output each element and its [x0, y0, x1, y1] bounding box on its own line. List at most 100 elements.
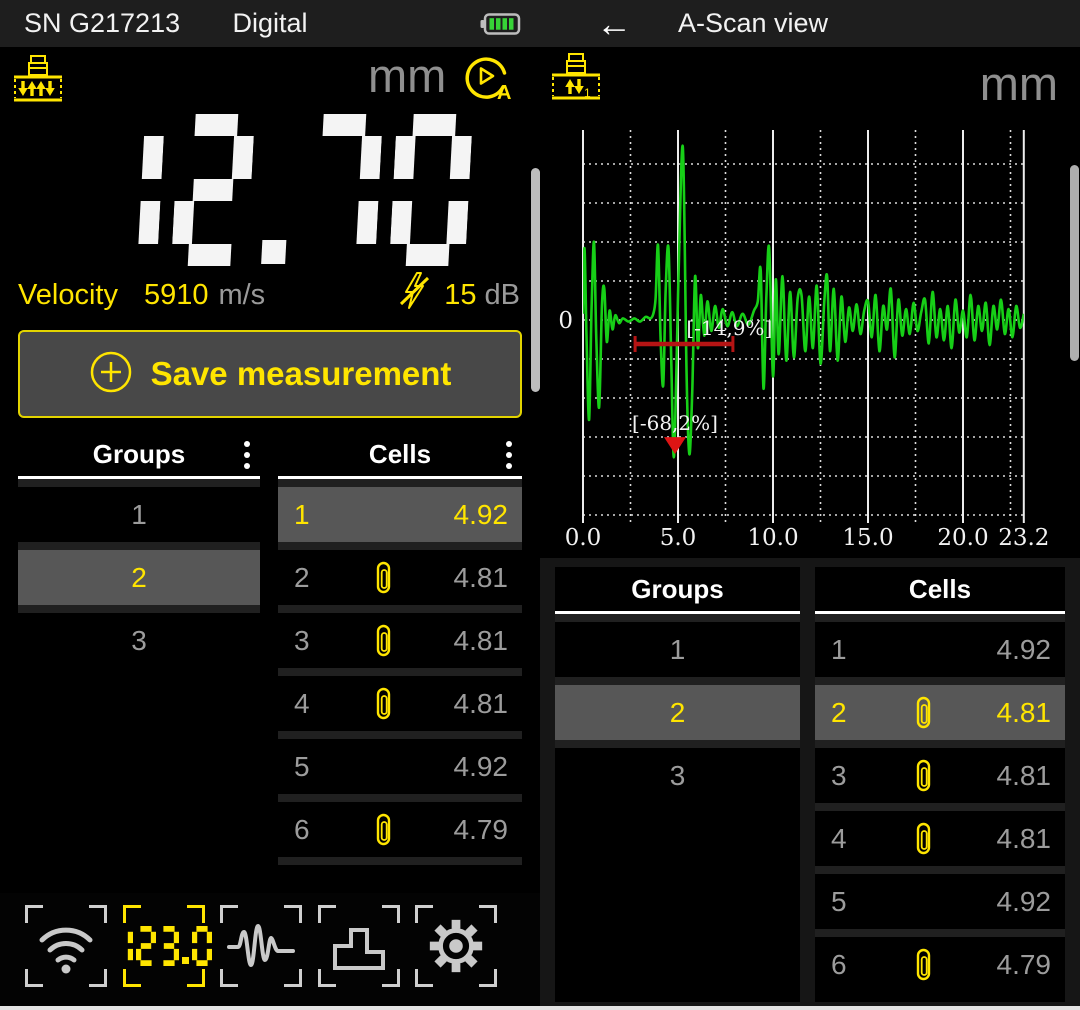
decimal-point: [261, 240, 286, 264]
paperclip-icon: [887, 758, 959, 794]
seven-segment-digit: [81, 114, 165, 266]
battery-icon: [480, 12, 522, 36]
group-number: 3: [18, 625, 260, 657]
cell-value: 4.81: [959, 760, 1065, 792]
right-scrollbar[interactable]: [1070, 165, 1079, 361]
velocity-unit: m/s: [218, 279, 265, 312]
table-title: Groups: [631, 574, 723, 605]
cell-row[interactable]: 24.81: [278, 550, 522, 605]
seven-segment-digit: [389, 114, 473, 266]
cell-value: 4.81: [416, 562, 522, 594]
toolbar-step-block[interactable]: [318, 905, 400, 987]
ascan-chart[interactable]: [-14,9%][-68,2%]00.05.010.015.020.023.2: [555, 122, 1075, 587]
auto-repeat-icon[interactable]: A: [458, 48, 516, 106]
seven-segment-digit: [171, 114, 255, 266]
groups-table: Groups 1 2 3: [18, 432, 260, 888]
right-topbar: ← A-Scan view: [540, 0, 1080, 47]
kebab-menu-icon[interactable]: [504, 439, 514, 476]
cell-row[interactable]: 44.81: [815, 811, 1065, 866]
svg-text:5.0: 5.0: [660, 525, 697, 551]
table-title: Cells: [909, 574, 971, 605]
table-header: Groups: [18, 432, 260, 479]
svg-text:15.0: 15.0: [842, 525, 893, 551]
cell-number: 4: [815, 823, 887, 855]
group-number: 2: [555, 697, 800, 729]
cell-number: 2: [815, 697, 887, 729]
plus-circle-icon: [89, 350, 133, 399]
kebab-menu-icon[interactable]: [242, 439, 252, 476]
cell-row[interactable]: 14.92: [815, 622, 1065, 677]
bottom-edge-strip: [0, 1006, 1080, 1010]
seven-segment-digit: [299, 114, 383, 266]
cell-row[interactable]: 64.79: [815, 937, 1065, 992]
svg-text:[-68,2%]: [-68,2%]: [632, 411, 718, 435]
serial-number: SN G217213: [24, 8, 180, 39]
toolbar-settings-gear[interactable]: [415, 905, 497, 987]
toolbar-digital-readout[interactable]: [123, 905, 205, 987]
step-block-icon: [318, 905, 400, 987]
toolbar-waveform[interactable]: [220, 905, 302, 987]
probe-multi-icon: [12, 54, 64, 106]
back-arrow-icon[interactable]: ←: [596, 6, 632, 42]
cell-row[interactable]: 64.79: [278, 802, 522, 857]
cell-value: 4.92: [959, 886, 1065, 918]
cell-number: 5: [815, 886, 887, 918]
cell-row[interactable]: 54.92: [815, 874, 1065, 929]
cell-number: 2: [278, 562, 350, 594]
cell-row[interactable]: 44.81: [278, 676, 522, 731]
cell-row[interactable]: 34.81: [278, 613, 522, 668]
table-title: Cells: [369, 439, 431, 470]
table-header: Cells: [815, 567, 1065, 614]
cell-number: 5: [278, 751, 350, 783]
group-row[interactable]: 2: [18, 550, 260, 605]
group-row[interactable]: 3: [555, 748, 800, 803]
svg-text:A: A: [497, 82, 511, 104]
svg-text:0.0: 0.0: [565, 525, 602, 551]
save-button-label: Save measurement: [151, 355, 452, 393]
thickness-readout: [81, 114, 487, 266]
group-row[interactable]: 3: [18, 613, 260, 668]
cells-table: Cells14.9224.8134.8144.8154.9264.79: [815, 567, 1065, 1002]
probe-single-icon: 1: [550, 52, 602, 104]
seven-segment-digit: [159, 926, 179, 966]
table-header: Groups: [555, 567, 800, 614]
cell-value: 4.92: [959, 634, 1065, 666]
cell-row[interactable]: 24.81: [815, 685, 1065, 740]
decimal-point: [182, 957, 189, 964]
paperclip-icon: [350, 560, 416, 596]
svg-text:23.2: 23.2: [998, 525, 1049, 551]
cell-number: 1: [278, 499, 350, 531]
app-screen: SN G217213 Digital mm A Velocity 5910 m/…: [0, 0, 1080, 1010]
left-scrollbar[interactable]: [531, 168, 540, 392]
paperclip-icon: [350, 686, 416, 722]
flash-off-icon: [396, 270, 432, 320]
cell-value: 4.81: [416, 625, 522, 657]
cell-row[interactable]: 14.92: [278, 487, 522, 542]
toolbar-wifi[interactable]: [25, 905, 107, 987]
group-row[interactable]: 2: [555, 685, 800, 740]
paperclip-icon: [887, 695, 959, 731]
digital-readout-icon: [113, 926, 215, 966]
gain-unit: dB: [485, 279, 520, 312]
seven-segment-digit: [192, 926, 212, 966]
group-row[interactable]: 1: [18, 487, 260, 542]
cell-number: 6: [278, 814, 350, 846]
unit-label: mm: [980, 56, 1058, 111]
group-number: 1: [18, 499, 260, 531]
paperclip-icon: [887, 821, 959, 857]
digital-view-panel: SN G217213 Digital mm A Velocity 5910 m/…: [0, 0, 540, 1010]
group-number: 3: [555, 760, 800, 792]
cell-number: 1: [815, 634, 887, 666]
waveform-icon: [220, 905, 302, 987]
cell-row[interactable]: 54.92: [278, 739, 522, 794]
cell-value: 4.79: [416, 814, 522, 846]
cell-number: 6: [815, 949, 887, 981]
save-measurement-button[interactable]: Save measurement: [18, 330, 522, 418]
cell-row[interactable]: 34.81: [815, 748, 1065, 803]
cell-value: 4.79: [959, 949, 1065, 981]
right-view-title: A-Scan view: [678, 8, 828, 39]
table-title: Groups: [93, 439, 185, 470]
cell-number: 4: [278, 688, 350, 720]
group-row[interactable]: 1: [555, 622, 800, 677]
left-topbar: SN G217213 Digital: [0, 0, 540, 47]
